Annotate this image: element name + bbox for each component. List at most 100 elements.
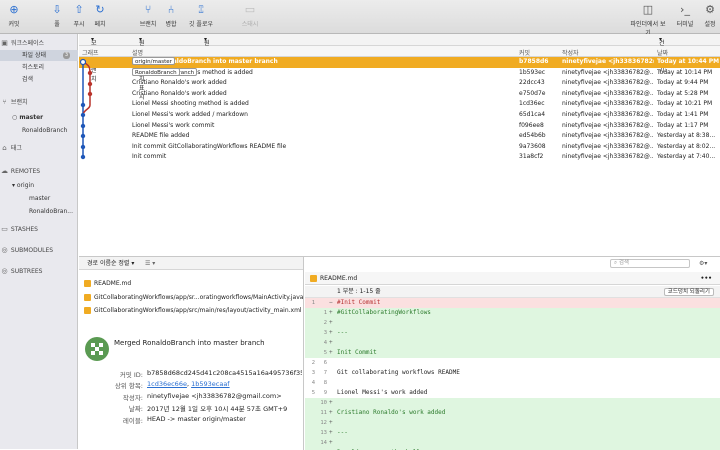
sidebar-workspace-header[interactable]: ▣ 워크스페이스 bbox=[0, 38, 78, 49]
column-date[interactable]: 날짜 bbox=[657, 48, 668, 57]
author-value: ninetyfivejae <jh33836782@gmail.com> bbox=[147, 392, 282, 400]
commit-date: Yesterday at 8:02... bbox=[657, 142, 716, 150]
all-branches-dropdown[interactable]: 모든 브랜치 ▾ bbox=[91, 36, 97, 83]
date-value: 2017년 12월 1일 오후 10시 44분 57초 GMT+9 bbox=[147, 405, 288, 413]
diff-text: --- bbox=[337, 329, 348, 336]
sort-dropdown[interactable]: 경로 이름순 정렬 ▾ bbox=[87, 257, 134, 270]
monitor-icon: ▣ bbox=[1, 39, 8, 47]
table-row[interactable]: Lionel Messi shooting method is added 1cd… bbox=[79, 99, 720, 110]
file-list-pane: 경로 이름순 정렬 ▾ ☰ ▾ README.md GitCollaboratin… bbox=[79, 257, 304, 450]
plus-icon: + bbox=[329, 339, 333, 346]
filter-bar: 모든 브랜치 ▾ 원격 브랜치 표시 ▾ 원형 순 ▾ 건너뛰기: ▾ bbox=[79, 34, 720, 101]
sidebar-item-origin[interactable]: ▾ origin bbox=[0, 180, 78, 191]
table-row[interactable]: Cristiano Ronaldo's work added 22dcc43 nin… bbox=[79, 78, 720, 89]
column-description[interactable]: 설명 bbox=[132, 48, 143, 57]
list-item[interactable]: GitCollaboratingWorkflows/app/src/main/r… bbox=[79, 304, 304, 317]
list-item[interactable]: GitCollaboratingWorkflows/app/sr...orati… bbox=[79, 291, 304, 304]
commit-author: ninetyfivejae <jh33836782@... bbox=[562, 89, 654, 97]
sidebar-item-origin-master[interactable]: master bbox=[0, 193, 78, 204]
commit-author: ninetyfivejae <jh33836782@... bbox=[562, 132, 654, 140]
table-row[interactable]: README file added ed54b6b ninetyfivejae <j… bbox=[79, 131, 720, 142]
sidebar-item-search[interactable]: 검색 bbox=[0, 74, 78, 85]
stash-icon: ▭ bbox=[244, 3, 256, 16]
order-dropdown[interactable]: 원형 순 ▾ bbox=[204, 36, 210, 65]
more-options-icon[interactable]: ••• bbox=[700, 272, 712, 285]
list-view-icon[interactable]: ☰ ▾ bbox=[145, 257, 155, 270]
column-graph[interactable]: 그래프 bbox=[82, 48, 99, 57]
fetch-icon: ↻ bbox=[95, 3, 105, 16]
commit-message: Cristiano Ronaldo's work added bbox=[132, 79, 227, 87]
stash-button[interactable]: ▭ 스태시 bbox=[235, 3, 265, 28]
sidebar-item-master[interactable]: ○ master bbox=[0, 112, 78, 123]
commit-hash: f096ee8 bbox=[519, 121, 544, 129]
table-row[interactable]: Init commit 31a8cf2 ninetyfivejae <jh33836… bbox=[79, 152, 720, 163]
line-number-new: 5 bbox=[323, 350, 327, 356]
sidebar-branches-header[interactable]: ⑂ 브랜치 bbox=[0, 97, 78, 108]
gitflow-button[interactable]: ⑄ 깃 플로우 bbox=[184, 3, 218, 28]
fetch-button[interactable]: ↻ 페치 bbox=[85, 3, 115, 28]
table-row[interactable]: origin/RonaldoBranchRonaldoBranchCristia… bbox=[79, 67, 720, 79]
sidebar-item-ronaldobranch[interactable]: RonaldoBranch bbox=[0, 125, 78, 136]
file-icon bbox=[310, 275, 317, 282]
commit-id-value: b7858d68cd245d41c208ca4515a16a495736f35d bbox=[147, 369, 302, 377]
refs-value: HEAD -> master origin/master bbox=[147, 415, 246, 423]
plus-icon: + bbox=[329, 309, 333, 316]
table-row[interactable]: Lionel Messi's work added / markdown 65d1… bbox=[79, 110, 720, 121]
sidebar-tags-header[interactable]: ⌂ 태그 bbox=[0, 143, 78, 154]
settings-button[interactable]: ⚙ 설정 bbox=[695, 3, 720, 28]
commit-hash: 1cd36ec bbox=[519, 100, 545, 108]
line-number-new: 14 bbox=[320, 440, 327, 446]
file-path: GitCollaboratingWorkflows/app/src/main/r… bbox=[94, 307, 302, 314]
diff-line: 5 + Init Commit bbox=[305, 348, 720, 358]
parent-link[interactable]: 1cd36ec66e bbox=[147, 380, 187, 388]
commit-description: masterorigin/masterMerged RonaldoBranch … bbox=[132, 57, 516, 68]
table-row[interactable]: Init commit GitCollaboratingWorkflows RE… bbox=[79, 142, 720, 153]
branch-tag: origin/master bbox=[132, 57, 175, 65]
table-row[interactable]: Cristiano Ronaldo's work added e750d7e nin… bbox=[79, 89, 720, 100]
commit-date: Today at 1:41 PM bbox=[657, 111, 709, 118]
sidebar-item-file-status[interactable]: 파일 상태 3 bbox=[0, 50, 78, 61]
detail-title: Merged RonaldoBranch into master branch bbox=[114, 339, 265, 347]
push-icon: ⇧ bbox=[74, 3, 84, 16]
line-number-new: 9 bbox=[323, 390, 327, 396]
minus-icon: − bbox=[329, 299, 333, 306]
line-number-old: 1 bbox=[311, 300, 315, 306]
commit-author: ninetyfivejae <jh33836782@... bbox=[562, 68, 654, 76]
sidebar-submodules-header[interactable]: ◎ SUBMODULES bbox=[0, 245, 78, 256]
sidebar-subtrees-header[interactable]: ◎ SUBTREES bbox=[0, 266, 78, 277]
show-in-finder-button[interactable]: ◫파인더에서 보기 bbox=[628, 3, 668, 37]
label-author: 작성자: bbox=[122, 394, 143, 402]
diff-pane: ⌕ 검색 ⚙▾ README.md ••• 1 부분 : 1-15 줄 코드덩치… bbox=[305, 257, 720, 450]
commit-message: Lionel Messi shooting method is added bbox=[132, 100, 249, 108]
table-row[interactable]: Lionel Messi's work commit f096ee8 ninetyf… bbox=[79, 121, 720, 132]
column-commit[interactable]: 커밋 bbox=[519, 48, 530, 57]
sidebar: ▣ 워크스페이스 파일 상태 3 히스토리 검색 ⑂ 브랜치 ○ master R… bbox=[0, 34, 78, 449]
sidebar-stashes-header[interactable]: ▭ STASHES bbox=[0, 224, 78, 235]
merge-button[interactable]: ⑃ 병합 bbox=[156, 3, 186, 28]
jump-to-dropdown[interactable]: 건너뛰기: ▾ bbox=[659, 36, 667, 74]
cloud-icon: ☁ bbox=[1, 167, 8, 175]
diff-options-gear-icon[interactable]: ⚙▾ bbox=[699, 257, 707, 270]
table-row[interactable]: masterorigin/masterMerged RonaldoBranch … bbox=[79, 57, 720, 68]
commit-date: Yesterday at 8:38... bbox=[657, 132, 716, 140]
search-input[interactable]: ⌕ 검색 bbox=[610, 259, 690, 268]
remote-branches-dropdown[interactable]: 원격 브랜치 표시 ▾ bbox=[139, 36, 145, 101]
finder-icon: ◫ bbox=[642, 3, 654, 16]
commit-hash: 9a73608 bbox=[519, 142, 546, 150]
commit-description: Init commit GitCollaboratingWorkflows RE… bbox=[132, 142, 516, 153]
modified-file-icon bbox=[84, 280, 91, 287]
sidebar-item-origin-ronaldobranch[interactable]: RonaldoBran... bbox=[0, 206, 78, 217]
commit-description: Lionel Messi's work added / markdown bbox=[132, 110, 516, 121]
sidebar-remotes-header[interactable]: ☁ REMOTES bbox=[0, 166, 78, 177]
commit-button[interactable]: ⊕ 커밋 bbox=[0, 3, 29, 28]
commit-author: ninetyfivejae <jh33836782@... bbox=[562, 121, 654, 129]
sidebar-item-history[interactable]: 히스토리 bbox=[0, 62, 78, 73]
column-author[interactable]: 작성자 bbox=[562, 48, 579, 57]
commit-message: README file added bbox=[132, 132, 190, 140]
list-item[interactable]: README.md bbox=[79, 277, 304, 290]
revert-hunk-button[interactable]: 코드덩치 되돌리기 bbox=[663, 288, 714, 296]
commit-description: Cristiano Ronaldo's work added bbox=[132, 89, 516, 100]
commit-hash: ed54b6b bbox=[519, 132, 546, 140]
branch-tag: RonaldoBranch bbox=[132, 67, 180, 76]
parent-link[interactable]: 1b593ecaaf bbox=[191, 380, 230, 388]
